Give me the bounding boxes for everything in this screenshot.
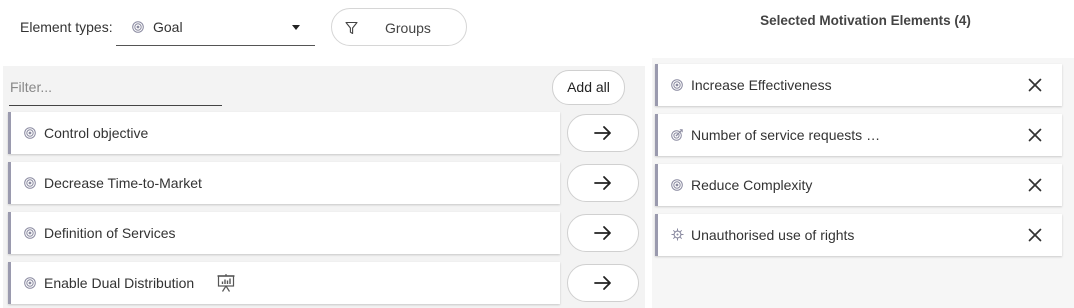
selected-item[interactable]: Number of service requests … (655, 114, 1062, 156)
element-types-label: Element types: (20, 19, 113, 35)
motivation-element-picker: Element types: Goal Groups Add all (0, 0, 1074, 308)
list-item[interactable]: Definition of Services (8, 212, 560, 254)
add-item-button[interactable] (567, 264, 639, 302)
arrow-right-icon (594, 126, 611, 140)
list-item[interactable]: Control objective (8, 112, 560, 154)
element-type-row: Element types: Goal Groups (0, 0, 648, 56)
selected-panel-title: Selected Motivation Elements (4) (760, 13, 971, 28)
filter-input[interactable] (9, 68, 222, 106)
goal-icon (671, 178, 683, 194)
element-type-dropdown[interactable]: Goal (116, 10, 315, 46)
goal-icon (24, 176, 36, 192)
close-icon[interactable] (1028, 78, 1042, 92)
add-item-button[interactable] (567, 214, 639, 252)
list-item-label: Control objective (44, 125, 149, 141)
selected-item-label: Number of service requests … (691, 127, 881, 143)
goal-icon (671, 78, 683, 94)
virus-icon (671, 228, 684, 244)
goal-icon (24, 226, 36, 242)
groups-label: Groups (385, 20, 431, 36)
goal-icon (24, 126, 36, 142)
element-type-value: Goal (153, 19, 183, 35)
close-icon[interactable] (1028, 228, 1042, 242)
arrow-right-icon (594, 226, 611, 240)
available-elements-panel: Element types: Goal Groups Add all (0, 0, 648, 308)
arrow-right-icon (594, 276, 611, 290)
caret-down-icon (292, 25, 300, 30)
add-item-button[interactable] (567, 114, 639, 152)
close-icon[interactable] (1028, 178, 1042, 192)
groups-button[interactable]: Groups (331, 8, 467, 46)
filter-icon (345, 21, 358, 38)
selected-elements-panel: Selected Motivation Elements (4) Increas… (652, 0, 1074, 308)
close-icon[interactable] (1028, 128, 1042, 142)
selected-item-label: Reduce Complexity (691, 177, 813, 193)
arrow-right-icon (594, 176, 611, 190)
add-item-button[interactable] (567, 164, 639, 202)
selected-item[interactable]: Unauthorised use of rights (655, 214, 1062, 256)
add-all-button[interactable]: Add all (552, 70, 625, 105)
selected-item[interactable]: Increase Effectiveness (655, 64, 1062, 106)
goal-icon (132, 20, 144, 36)
list-item[interactable]: Enable Dual Distribution (8, 262, 560, 304)
selected-item-label: Unauthorised use of rights (691, 227, 855, 243)
target-icon (671, 128, 683, 144)
list-item-label: Enable Dual Distribution (44, 275, 195, 291)
selected-item[interactable]: Reduce Complexity (655, 164, 1062, 206)
selected-panel-header: Selected Motivation Elements (4) (652, 0, 1074, 58)
presentation-chart-icon[interactable] (216, 273, 236, 296)
list-item-label: Decrease Time-to-Market (44, 175, 202, 191)
selected-item-label: Increase Effectiveness (691, 77, 832, 93)
list-item[interactable]: Decrease Time-to-Market (8, 162, 560, 204)
list-item-label: Definition of Services (44, 225, 176, 241)
goal-icon (24, 276, 36, 292)
